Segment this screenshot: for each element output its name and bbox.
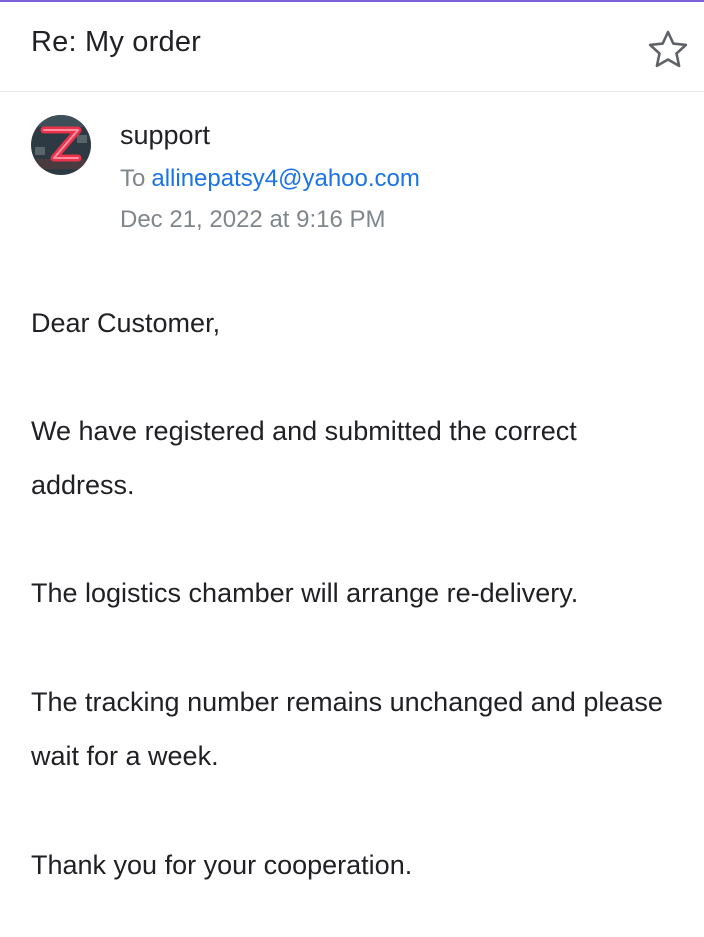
email-date: Dec 21, 2022 at 9:16 PM: [120, 206, 386, 233]
recipient-line: To allinepatsy4@yahoo.com: [120, 165, 420, 193]
sender-name[interactable]: support: [120, 120, 210, 151]
sender-avatar[interactable]: [31, 115, 91, 175]
body-paragraph-3: The tracking number remains unchanged an…: [31, 687, 663, 771]
to-label: To: [120, 165, 146, 192]
body-greeting: Dear Customer,: [31, 308, 221, 338]
body-paragraph-4: Thank you for your cooperation.: [31, 850, 413, 880]
email-subject: Re: My order: [31, 26, 201, 58]
body-paragraph-2: The logistics chamber will arrange re-de…: [31, 578, 579, 608]
email-header: Re: My order: [0, 2, 704, 92]
recipient-email[interactable]: allinepatsy4@yahoo.com: [151, 165, 420, 192]
star-icon[interactable]: [644, 26, 692, 74]
body-paragraph-1: We have registered and submitted the cor…: [31, 416, 577, 500]
